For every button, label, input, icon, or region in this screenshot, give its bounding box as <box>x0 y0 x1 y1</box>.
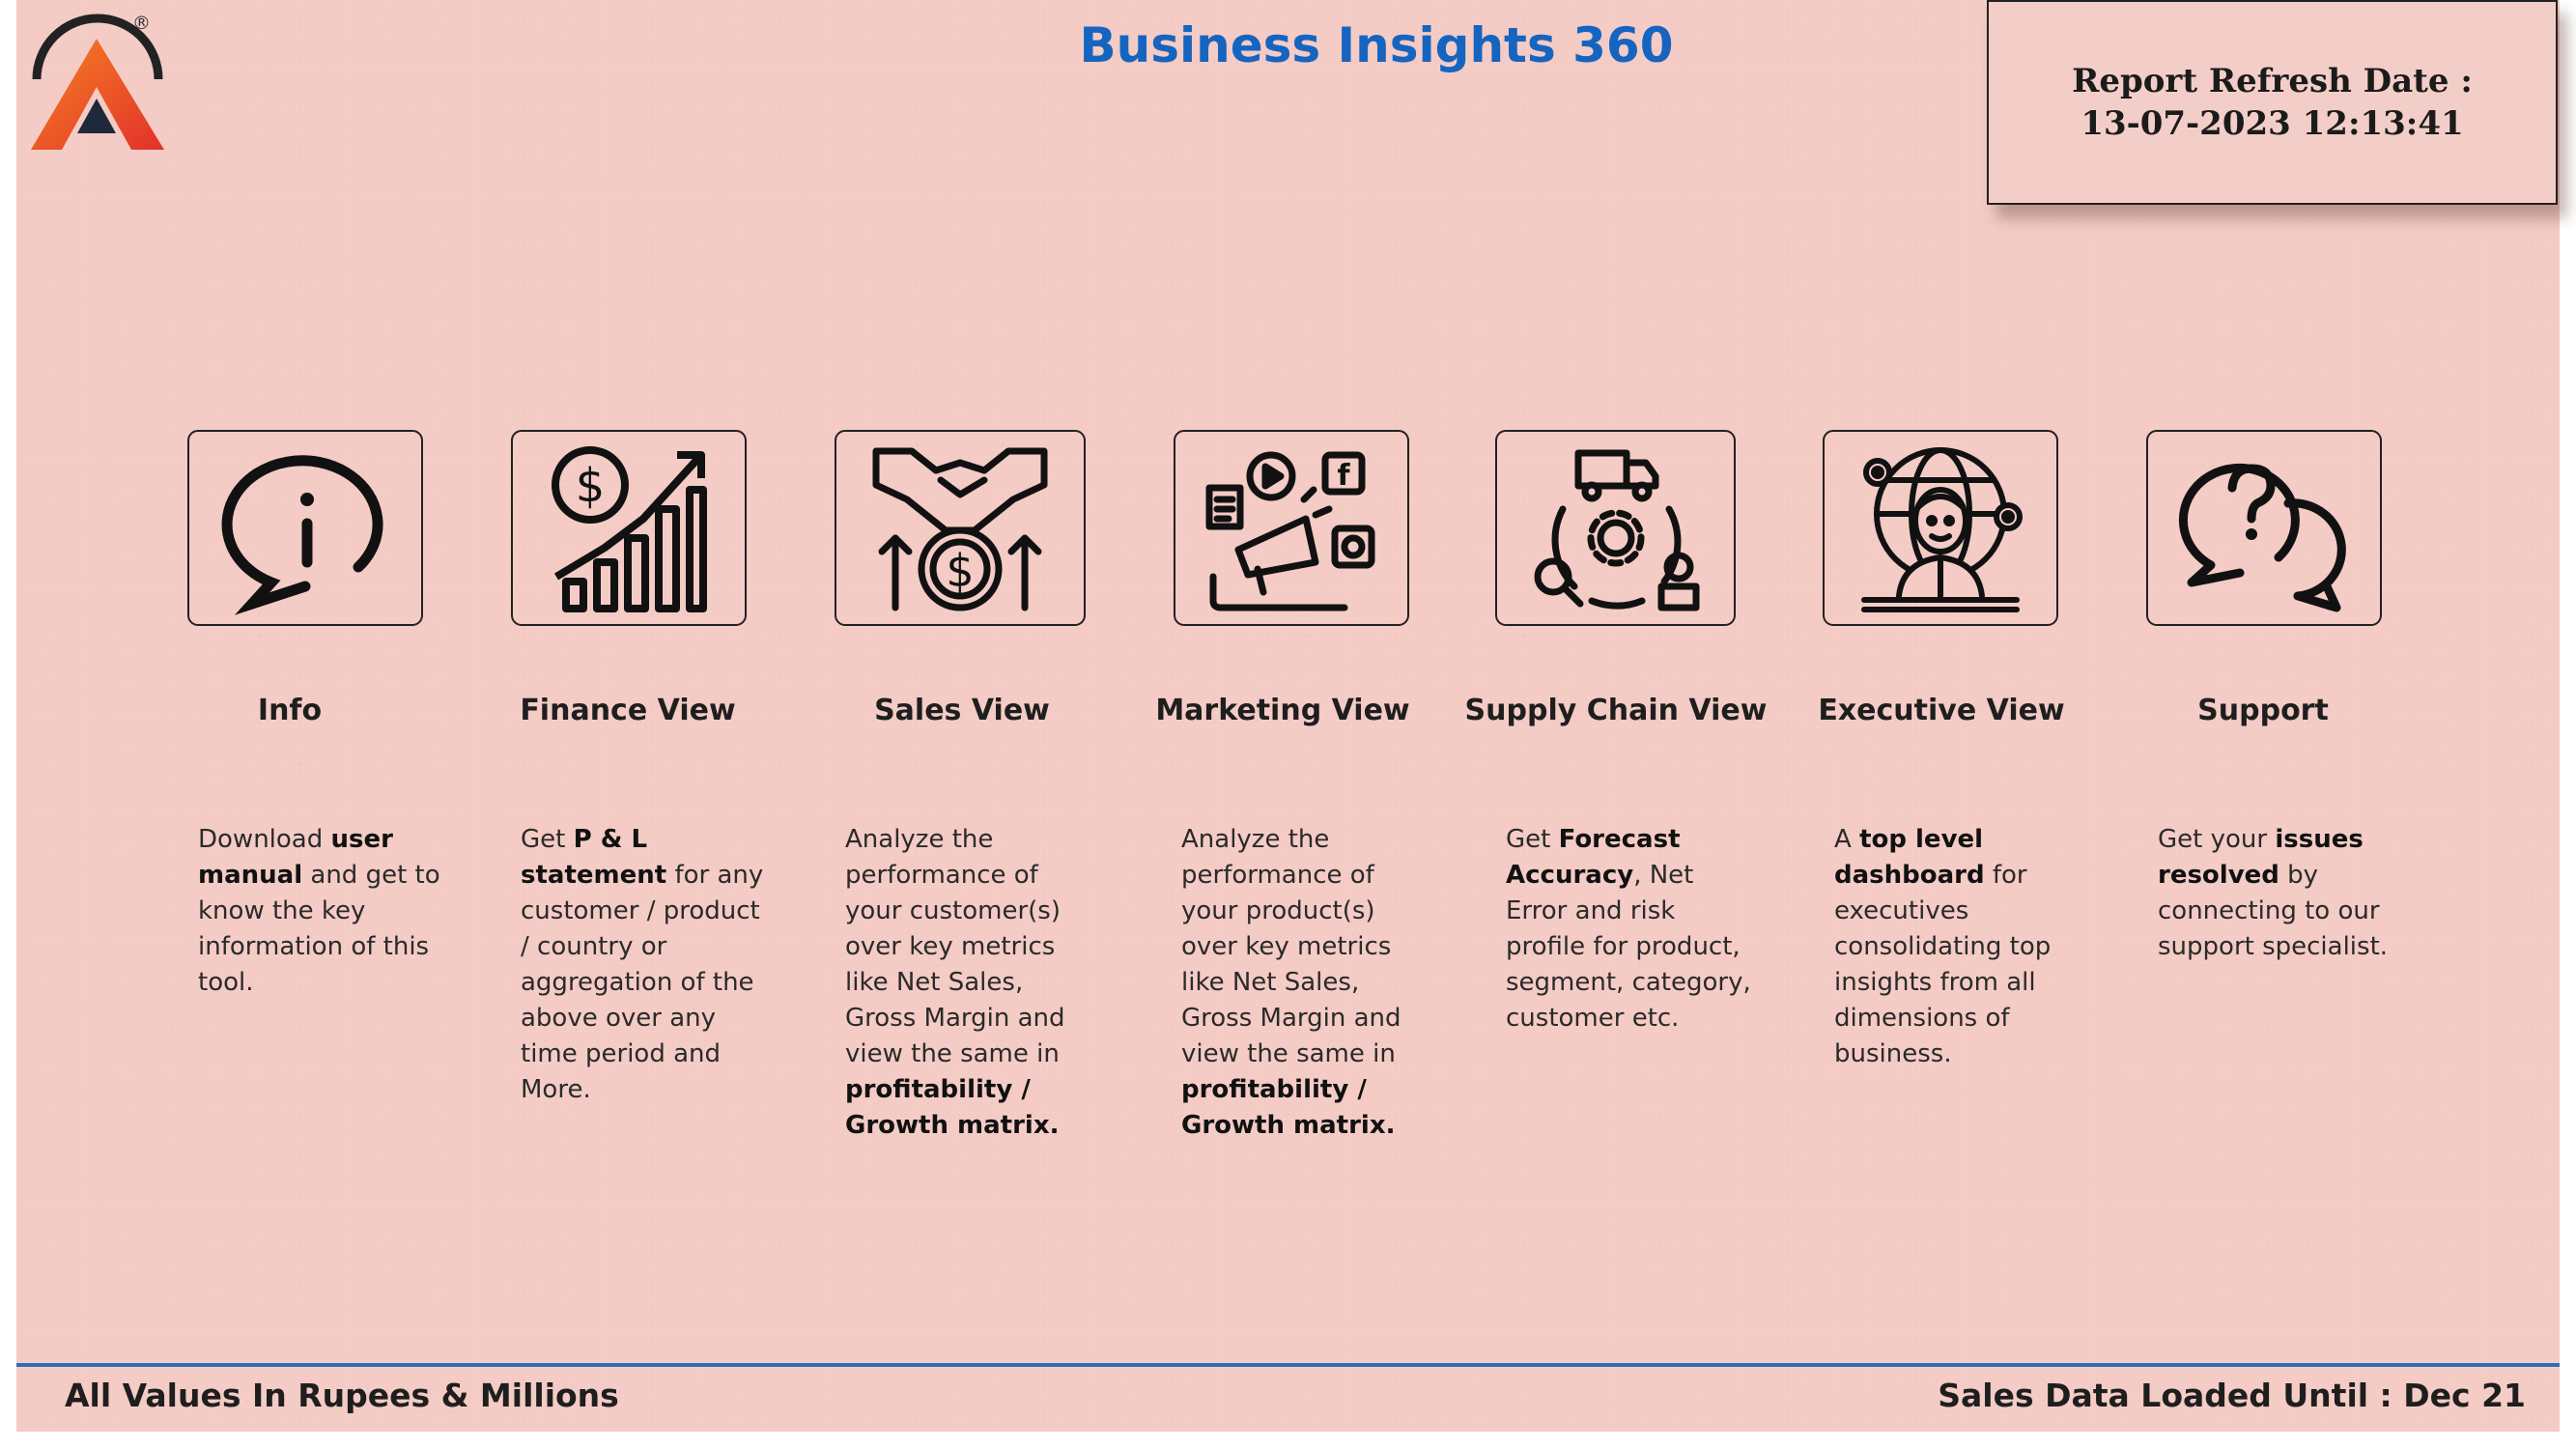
svg-text:$: $ <box>946 545 974 597</box>
finance-view-button[interactable]: $ <box>511 430 747 626</box>
footer-divider <box>16 1363 2560 1367</box>
supply-chain-view-button[interactable] <box>1495 430 1736 626</box>
nav-title-supply-chain[interactable]: Supply Chain View <box>1452 694 1780 727</box>
support-button[interactable] <box>2146 430 2382 626</box>
sales-view-button[interactable]: $ <box>835 430 1086 626</box>
nav-title-finance[interactable]: Finance View <box>464 694 792 727</box>
svg-text:$: $ <box>576 459 606 513</box>
nav-desc-support: Get your issues resolved by connecting t… <box>2158 825 2389 961</box>
svg-text:f: f <box>1337 459 1350 493</box>
nav-card-support[interactable]: Support Get your issues resolved by conn… <box>2103 0 2431 1159</box>
nav-title-sales[interactable]: Sales View <box>798 694 1126 727</box>
executive-globe-icon <box>1861 446 2023 612</box>
megaphone-social-icon: f <box>1205 451 1375 611</box>
nav-desc-supply-chain: Get Forecast Accuracy, Net Error and ris… <box>1506 825 1751 1033</box>
nav-card-finance[interactable]: $ Finance View Get P & L statement for a… <box>467 0 795 1159</box>
nav-desc-info: Download user manual and get to know the… <box>198 825 440 997</box>
footer-units-note: All Values In Rupees & Millions <box>65 1377 619 1414</box>
nav-desc-executive: A top level dashboard for executives con… <box>1834 825 2052 1068</box>
handshake-money-icon: $ <box>872 447 1048 611</box>
info-chat-icon <box>221 454 383 615</box>
nav-card-executive[interactable]: Executive View A top level dashboard for… <box>1779 0 2108 1159</box>
nav-desc-finance: Get P & L statement for any customer / p… <box>521 825 764 1104</box>
nav-title-info[interactable]: Info <box>126 694 454 727</box>
nav-title-support[interactable]: Support <box>2099 694 2427 727</box>
nav-desc-marketing: Analyze the performance of your product(… <box>1181 825 1401 1140</box>
nav-title-executive[interactable]: Executive View <box>1777 694 2106 727</box>
marketing-view-button[interactable]: f <box>1174 430 1409 626</box>
nav-card-marketing[interactable]: f Marketing View Analyze the performance… <box>1128 0 1457 1159</box>
nav-card-supply-chain[interactable]: Supply Chain View Get Forecast Accuracy,… <box>1452 0 1780 1159</box>
nav-desc-sales: Analyze the performance of your customer… <box>845 825 1065 1140</box>
info-button[interactable] <box>187 430 423 626</box>
finance-growth-icon: $ <box>552 445 707 612</box>
supply-chain-cycle-icon <box>1534 449 1699 611</box>
nav-title-marketing[interactable]: Marketing View <box>1118 694 1447 727</box>
footer-data-loaded-note: Sales Data Loaded Until : Dec 21 <box>1938 1377 2526 1414</box>
nav-card-sales[interactable]: $ Sales View Analyze the performance of … <box>792 0 1120 1159</box>
executive-view-button[interactable] <box>1823 430 2058 626</box>
support-question-icon <box>2178 463 2346 611</box>
nav-card-info[interactable]: Info Download user manual and get to kno… <box>143 0 471 1159</box>
